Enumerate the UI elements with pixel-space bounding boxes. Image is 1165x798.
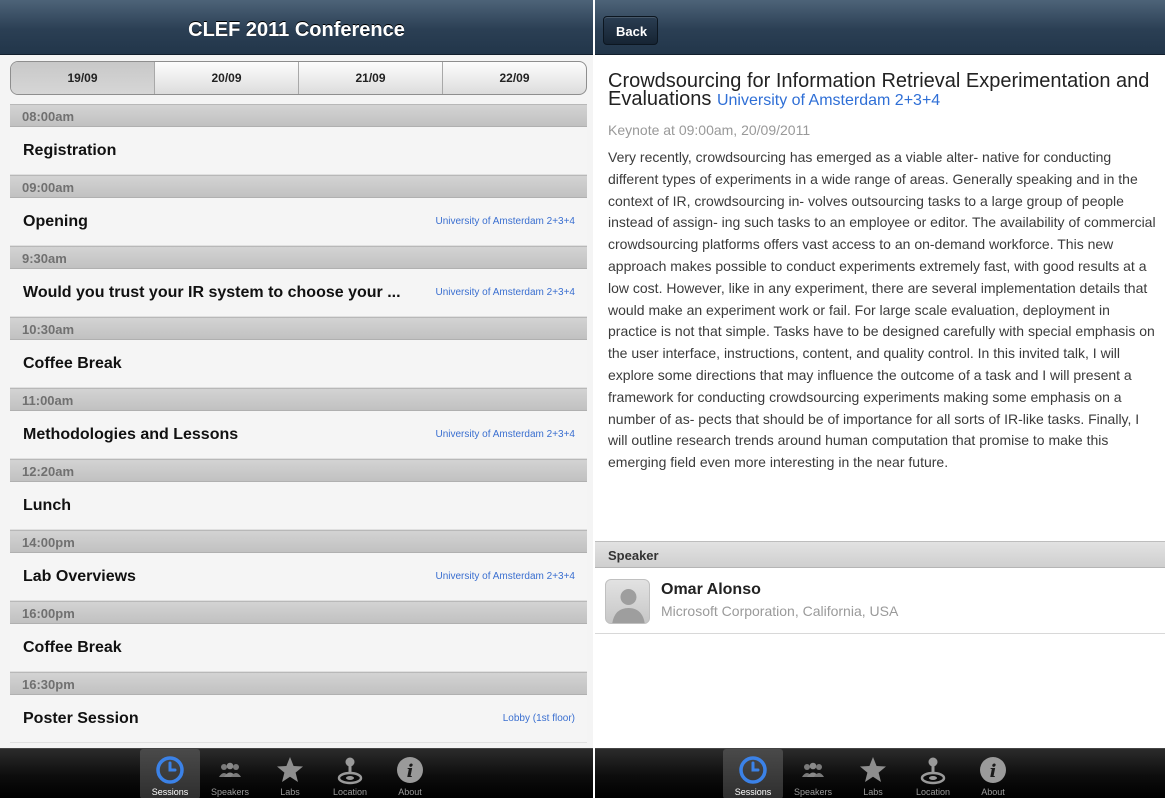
tab-labs[interactable]: Labs bbox=[843, 749, 903, 798]
people-icon bbox=[219, 762, 241, 777]
tab-label: Location bbox=[332, 787, 368, 797]
schedule-header: CLEF 2011 Conference bbox=[0, 0, 593, 55]
session-row-coffee-break-2[interactable]: Coffee Break bbox=[10, 624, 587, 672]
tab-labs[interactable]: Labs bbox=[260, 749, 320, 798]
time-divider: 14:00pm bbox=[10, 530, 587, 553]
session-title: Would you trust your IR system to choose… bbox=[23, 283, 401, 301]
tab-speakers[interactable]: Speakers bbox=[783, 749, 843, 798]
star-icon bbox=[277, 757, 303, 782]
session-detail: Crowdsourcing for Information Retrieval … bbox=[608, 71, 1158, 474]
session-location: University of Amsterdam 2+3+4 bbox=[435, 429, 575, 440]
session-row-opening[interactable]: Opening University of Amsterdam 2+3+4 bbox=[10, 198, 587, 246]
speaker-name: Omar Alonso bbox=[661, 581, 761, 598]
time-divider: 16:30pm bbox=[10, 672, 587, 695]
session-title: Coffee Break bbox=[23, 638, 122, 656]
session-list: 08:00am Registration 09:00am Opening Uni… bbox=[10, 104, 587, 743]
date-tab-21-09[interactable]: 21/09 bbox=[298, 62, 442, 94]
info-icon: i bbox=[980, 757, 1006, 783]
time-divider: 9:30am bbox=[10, 246, 587, 269]
schedule-screen: CLEF 2011 Conference 19/09 20/09 21/09 2… bbox=[0, 0, 593, 798]
time-divider: 10:30am bbox=[10, 317, 587, 340]
date-tab-20-09[interactable]: 20/09 bbox=[154, 62, 298, 94]
session-title: Lunch bbox=[23, 496, 71, 514]
tab-label: Location bbox=[915, 787, 951, 797]
session-location: Lobby (1st floor) bbox=[502, 713, 575, 724]
tab-label: About bbox=[981, 787, 1005, 797]
tab-location[interactable]: Location bbox=[903, 749, 963, 798]
tab-label: Labs bbox=[280, 787, 300, 797]
tab-label: Labs bbox=[863, 787, 883, 797]
session-title: Poster Session bbox=[23, 709, 139, 727]
session-title: Opening bbox=[23, 212, 88, 230]
date-segmented-control: 19/09 20/09 21/09 22/09 bbox=[10, 61, 587, 95]
detail-header: Back bbox=[595, 0, 1165, 55]
tab-bar: Sessions Speakers Labs Location i About bbox=[595, 748, 1165, 798]
session-location: University of Amsterdam 2+3+4 bbox=[435, 216, 575, 227]
time-divider: 12:20am bbox=[10, 459, 587, 482]
tab-location[interactable]: Location bbox=[320, 749, 380, 798]
speaker-section-heading: Speaker bbox=[595, 541, 1165, 568]
location-icon bbox=[920, 757, 946, 785]
tab-about[interactable]: i About bbox=[380, 749, 440, 798]
time-divider: 16:00pm bbox=[10, 601, 587, 624]
star-icon bbox=[860, 757, 886, 782]
person-placeholder-icon bbox=[612, 589, 645, 623]
session-row-registration[interactable]: Registration bbox=[10, 127, 587, 175]
clock-icon bbox=[739, 756, 767, 784]
session-row-coffee-break[interactable]: Coffee Break bbox=[10, 340, 587, 388]
session-row-methodologies[interactable]: Methodologies and Lessons University of … bbox=[10, 411, 587, 459]
session-location: University of Amsterdam 2+3+4 bbox=[435, 571, 575, 582]
session-row-would-you-trust[interactable]: Would you trust your IR system to choose… bbox=[10, 269, 587, 317]
tab-label: Sessions bbox=[151, 787, 189, 797]
tab-label: About bbox=[398, 787, 422, 797]
session-room-link[interactable]: University of Amsterdam 2+3+4 bbox=[717, 92, 940, 109]
tab-speakers[interactable]: Speakers bbox=[200, 749, 260, 798]
tab-sessions[interactable]: Sessions bbox=[723, 749, 783, 798]
clock-icon bbox=[156, 756, 184, 784]
speaker-row[interactable]: Omar Alonso Microsoft Corporation, Calif… bbox=[595, 568, 1165, 634]
tab-about[interactable]: i About bbox=[963, 749, 1023, 798]
back-button[interactable]: Back bbox=[603, 16, 659, 45]
people-icon bbox=[802, 762, 824, 777]
session-row-lunch[interactable]: Lunch bbox=[10, 482, 587, 530]
tab-bar: Sessions Speakers Labs Location i About bbox=[0, 748, 593, 798]
session-detail-title: Crowdsourcing for Information Retrieval … bbox=[608, 71, 1158, 110]
avatar bbox=[605, 579, 650, 624]
session-meta: Keynote at 09:00am, 20/09/2011 bbox=[608, 122, 811, 138]
tab-label: Speakers bbox=[210, 787, 250, 797]
info-icon: i bbox=[397, 757, 423, 783]
tab-label: Sessions bbox=[734, 787, 772, 797]
page-title: CLEF 2011 Conference bbox=[188, 19, 405, 41]
date-tab-22-09[interactable]: 22/09 bbox=[442, 62, 586, 94]
session-title: Coffee Break bbox=[23, 354, 122, 372]
svg-text:i: i bbox=[990, 761, 997, 782]
time-divider: 09:00am bbox=[10, 175, 587, 198]
tab-label: Speakers bbox=[793, 787, 833, 797]
session-title: Registration bbox=[23, 141, 117, 159]
session-abstract: Very recently, crowdsourcing has emerged… bbox=[608, 149, 1156, 471]
tab-sessions[interactable]: Sessions bbox=[140, 749, 200, 798]
session-location: University of Amsterdam 2+3+4 bbox=[435, 287, 575, 298]
session-title: Lab Overviews bbox=[23, 567, 136, 585]
svg-text:i: i bbox=[407, 761, 414, 782]
session-detail-screen: Back Crowdsourcing for Information Retri… bbox=[595, 0, 1165, 798]
session-row-lab-overviews[interactable]: Lab Overviews University of Amsterdam 2+… bbox=[10, 553, 587, 601]
location-icon bbox=[337, 757, 363, 785]
session-title: Methodologies and Lessons bbox=[23, 425, 239, 443]
session-row-poster-session[interactable]: Poster Session Lobby (1st floor) bbox=[10, 695, 587, 743]
date-tab-19-09[interactable]: 19/09 bbox=[11, 62, 154, 94]
time-divider: 11:00am bbox=[10, 388, 587, 411]
speaker-affiliation: Microsoft Corporation, California, USA bbox=[661, 603, 899, 619]
time-divider: 08:00am bbox=[10, 104, 587, 127]
